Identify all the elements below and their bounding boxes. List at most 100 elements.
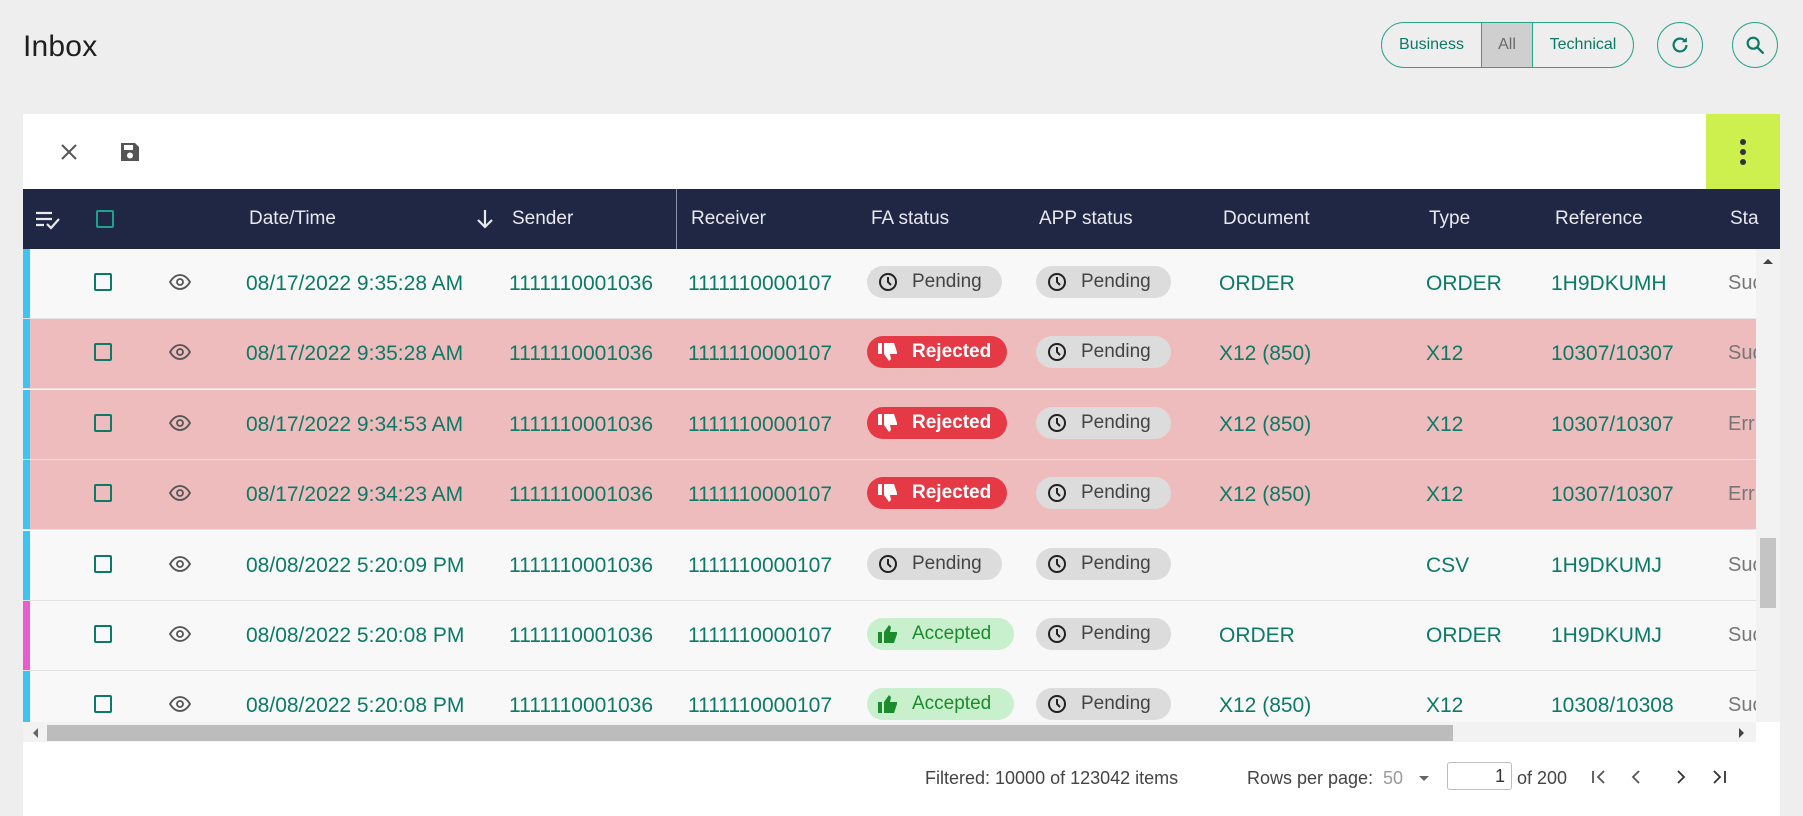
table-row[interactable]: 08/17/2022 9:34:53 AM 1111110001036 111111… (23, 390, 1756, 460)
app-status-badge: Pending (1036, 407, 1171, 439)
last-page-button[interactable] (1706, 764, 1732, 790)
app-status-label: Pending (1081, 693, 1151, 714)
cell-datetime[interactable]: 08/17/2022 9:35:28 AM (246, 319, 463, 388)
cell-sender: 1111110001036 (509, 412, 654, 436)
more-options-button[interactable] (1706, 114, 1780, 189)
view-row-button[interactable] (168, 485, 192, 506)
view-row-button[interactable] (168, 696, 192, 717)
cell-type: X12 (1426, 482, 1464, 506)
column-chooser-button[interactable] (35, 189, 61, 249)
fa-status-label: Rejected (912, 412, 992, 433)
eye-icon (168, 696, 192, 712)
horizontal-scrollbar[interactable] (23, 722, 1756, 742)
column-header-reference[interactable]: Reference (1555, 189, 1643, 249)
refresh-button[interactable] (1657, 22, 1703, 68)
fa-status-badge: Accepted (867, 688, 1014, 720)
cell-datetime[interactable]: 08/08/2022 5:20:08 PM (246, 601, 464, 670)
row-checkbox[interactable] (94, 343, 112, 361)
table-row[interactable]: 08/08/2022 5:20:09 PM 1111110001036 111111… (23, 531, 1756, 601)
previous-page-button[interactable] (1623, 764, 1649, 790)
clock-icon (1048, 484, 1066, 502)
cell-datetime[interactable]: 08/08/2022 5:20:09 PM (246, 531, 464, 600)
eye-icon (168, 626, 192, 642)
table-row[interactable]: 08/17/2022 9:35:28 AM 1111110001036 111111… (23, 319, 1756, 389)
cell-receiver: 1111110000107 (688, 482, 833, 506)
cell-datetime[interactable]: 08/17/2022 9:34:23 AM (246, 460, 463, 529)
cell-type: CSV (1426, 553, 1470, 577)
search-button[interactable] (1732, 22, 1778, 68)
first-page-button[interactable] (1586, 764, 1612, 790)
eye-icon (168, 485, 192, 501)
view-row-button[interactable] (168, 415, 192, 436)
view-row-button[interactable] (168, 556, 192, 577)
column-header-receiver[interactable]: Receiver (676, 189, 766, 249)
rows-per-page-select[interactable]: 50 (1383, 768, 1430, 789)
column-header-document[interactable]: Document (1223, 189, 1310, 249)
more-vertical-icon (1740, 138, 1746, 165)
column-header-sender[interactable]: Sender (512, 189, 573, 249)
column-header-datetime[interactable]: Date/Time (249, 189, 336, 249)
column-header-status[interactable]: Sta (1730, 189, 1759, 249)
cell-datetime[interactable]: 08/17/2022 9:35:28 AM (246, 249, 463, 318)
filter-business-button[interactable]: Business (1382, 23, 1482, 67)
view-row-button[interactable] (168, 344, 192, 365)
inbox-card: Date/Time Sender Receiver FA status APP … (23, 114, 1780, 816)
table-row[interactable]: 08/08/2022 5:20:08 PM 1111110001036 111111… (23, 601, 1756, 671)
eye-icon (168, 415, 192, 431)
eye-icon (168, 556, 192, 572)
filtered-count: Filtered: 10000 of 123042 items (925, 768, 1179, 788)
search-icon (1746, 36, 1764, 54)
fa-status-label: Pending (912, 553, 982, 574)
next-page-button[interactable] (1668, 764, 1694, 790)
cell-receiver: 1111110000107 (688, 693, 833, 717)
clear-button[interactable] (53, 136, 85, 168)
row-checkbox[interactable] (94, 555, 112, 573)
cell-reference: 10307/10307 (1551, 412, 1674, 436)
horizontal-scroll-thumb[interactable] (47, 725, 1453, 741)
row-status-strip (23, 601, 30, 670)
row-checkbox[interactable] (94, 484, 112, 502)
table-row[interactable]: 08/08/2022 5:20:08 PM 1111110001036 111111… (23, 671, 1756, 722)
cell-document: ORDER (1219, 271, 1295, 295)
column-header-app-status[interactable]: APP status (1039, 189, 1133, 249)
row-checkbox[interactable] (94, 695, 112, 713)
page-title: Inbox (23, 30, 98, 63)
thumbs-down-icon (878, 414, 897, 432)
cell-reference: 10307/10307 (1551, 341, 1674, 365)
cell-document: X12 (850) (1219, 412, 1312, 436)
row-checkbox[interactable] (94, 414, 112, 432)
chevron-right-icon (1677, 770, 1686, 784)
page-number-input[interactable]: 1 (1447, 762, 1512, 790)
table-row[interactable]: 08/17/2022 9:35:28 AM 1111110001036 111111… (23, 249, 1756, 319)
cell-datetime[interactable]: 08/17/2022 9:34:53 AM (246, 390, 463, 459)
view-row-button[interactable] (168, 274, 192, 295)
scroll-right-arrow-icon (1739, 728, 1744, 738)
thumbs-down-icon (878, 484, 897, 502)
fa-status-label: Rejected (912, 341, 992, 362)
grid-header: Date/Time Sender Receiver FA status APP … (23, 189, 1780, 249)
filter-all-button[interactable]: All (1482, 23, 1533, 67)
fa-status-label: Pending (912, 271, 982, 292)
row-checkbox[interactable] (94, 625, 112, 643)
fa-status-badge: Rejected (867, 407, 1007, 439)
sort-descending-button[interactable] (475, 189, 495, 249)
cell-sender: 1111110001036 (509, 553, 654, 577)
select-all-checkbox[interactable] (96, 189, 114, 249)
row-checkbox[interactable] (94, 273, 112, 291)
table-row[interactable]: 08/17/2022 9:34:23 AM 1111110001036 111111… (23, 460, 1756, 530)
app-status-badge: Pending (1036, 477, 1171, 509)
fa-status-badge: Rejected (867, 336, 1007, 368)
app-status-badge: Pending (1036, 618, 1171, 650)
view-row-button[interactable] (168, 626, 192, 647)
cell-type: ORDER (1426, 623, 1502, 647)
filter-technical-button[interactable]: Technical (1533, 23, 1633, 67)
cell-datetime[interactable]: 08/08/2022 5:20:08 PM (246, 671, 464, 722)
column-header-fa-status[interactable]: FA status (871, 189, 949, 249)
column-header-type[interactable]: Type (1429, 189, 1470, 249)
vertical-scrollbar[interactable] (1756, 249, 1780, 722)
clock-icon (879, 273, 897, 291)
fa-status-badge: Pending (867, 548, 1002, 580)
chevron-down-icon (1419, 776, 1430, 782)
vertical-scroll-thumb[interactable] (1760, 538, 1776, 608)
save-button[interactable] (114, 136, 146, 168)
